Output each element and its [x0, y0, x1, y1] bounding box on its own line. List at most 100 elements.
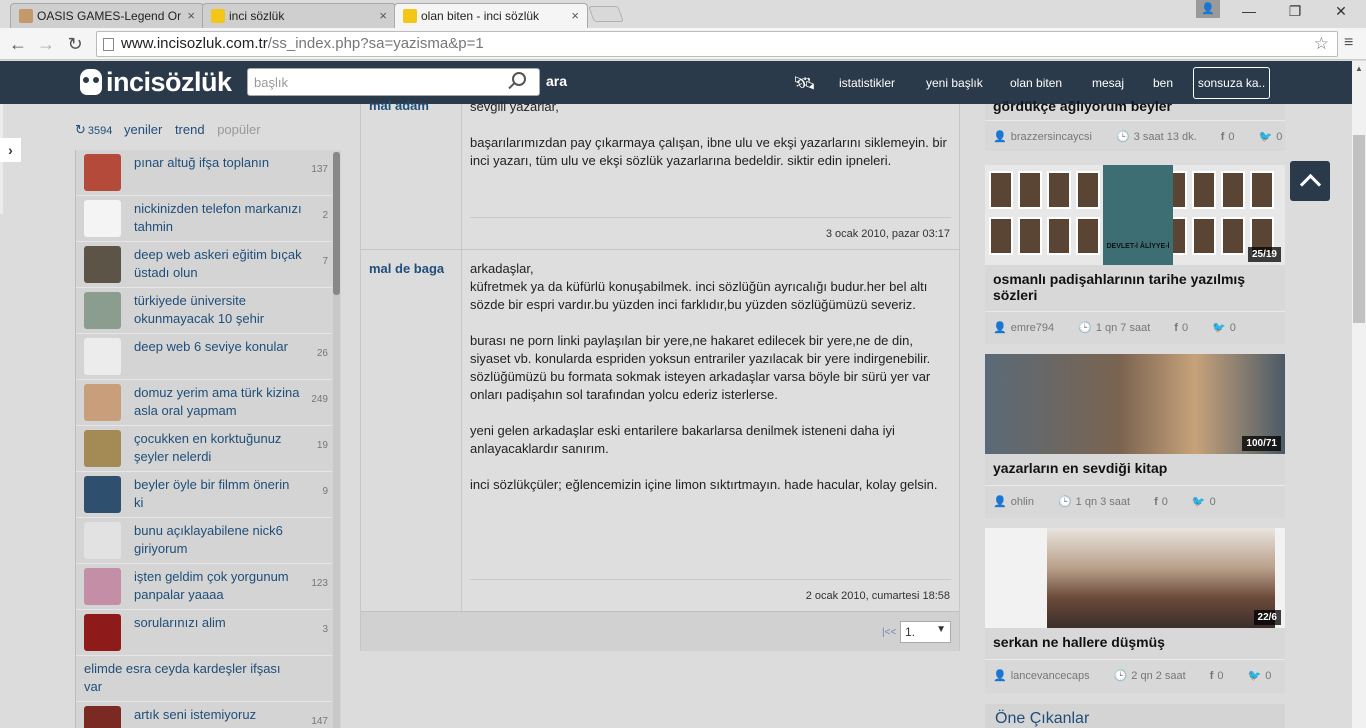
back-to-top-icon[interactable]	[1290, 161, 1330, 201]
card-author-name[interactable]: emre794	[1011, 322, 1054, 334]
topic-list-item[interactable]: domuz yerim ama türk kizina asla oral ya…	[76, 380, 332, 426]
topic-list-item[interactable]: nickinizden telefon markanızı tahmin 2	[76, 196, 332, 242]
nav-yeni-baslik[interactable]: yeni başlık	[926, 76, 983, 90]
minimize-icon[interactable]: —	[1226, 0, 1272, 22]
card-title[interactable]: gördükçe ağlıyorum beyler	[993, 98, 1277, 114]
refresh-icon[interactable]: ↻	[75, 122, 86, 137]
featured-title[interactable]: Öne Çıkanlar	[995, 710, 1089, 728]
tab-close-icon[interactable]: ×	[571, 8, 579, 23]
topic-title[interactable]: bunu açıklayabilene nick6 giriyorum	[134, 522, 302, 558]
card-author-name[interactable]: ohlin	[1011, 496, 1034, 508]
topic-list-item[interactable]: deep web askeri eğitim bıçak üstadı olun…	[76, 242, 332, 288]
window-close-icon[interactable]: ✕	[1318, 0, 1364, 22]
pager-first-button[interactable]: |<<	[882, 627, 896, 638]
card-author[interactable]: 👤 lancevancecaps	[993, 670, 1102, 682]
browser-tab-oasis[interactable]: OASIS GAMES-Legend Or ×	[10, 3, 204, 28]
trending-card[interactable]: 100/71 yazarların en sevdiği kitap 👤 ohlin 🕒…	[985, 354, 1285, 518]
card-twitter-share[interactable]: 🐦 0	[1248, 670, 1284, 682]
trending-card[interactable]: gördükçe ağlıyorum beyler 👤 brazzersincayc…	[985, 98, 1285, 151]
search-input[interactable]	[247, 68, 540, 96]
entry-author[interactable]: mal adam	[369, 98, 429, 113]
topic-list-item[interactable]: sorularınızı alim 3	[76, 610, 332, 656]
card-image[interactable]	[985, 528, 1285, 628]
card-facebook-share[interactable]: f0	[1174, 322, 1200, 334]
tab-trend[interactable]: trend	[175, 122, 205, 137]
card-title[interactable]: osmanlı padişahlarının tarihe yazılmış s…	[993, 271, 1277, 303]
back-icon[interactable]: ←	[6, 32, 30, 56]
satellite-icon[interactable]: 🛰	[793, 72, 816, 94]
topic-title[interactable]: deep web 6 seviye konular	[134, 338, 302, 356]
topic-title[interactable]: beyler öyle bir filmm önerin ki	[134, 476, 302, 512]
search-button[interactable]: ara	[546, 73, 567, 89]
nav-mesaj[interactable]: mesaj	[1092, 76, 1124, 90]
card-facebook-share[interactable]: f0	[1210, 670, 1236, 682]
profile-icon[interactable]: 👤	[1196, 0, 1220, 18]
trending-card[interactable]: DEVLET-İ ÂLİYYE-İ 25/19 osmanlı padişahlar…	[985, 165, 1285, 344]
card-image[interactable]: DEVLET-İ ÂLİYYE-İ	[985, 165, 1285, 265]
topic-list-item[interactable]: beyler öyle bir filmm önerin ki 9	[76, 472, 332, 518]
browser-tab-inci[interactable]: inci sözlük ×	[202, 3, 396, 28]
card-twitter-share[interactable]: 🐦 0	[1212, 322, 1248, 334]
restore-icon[interactable]: ❐	[1272, 0, 1318, 22]
card-image[interactable]	[985, 354, 1285, 454]
search-icon[interactable]	[512, 72, 526, 86]
nav-sonsuza-button[interactable]: sonsuza ka..	[1193, 67, 1270, 99]
topic-title[interactable]: deep web askeri eğitim bıçak üstadı olun	[134, 246, 302, 282]
browser-menu-icon[interactable]: ≡	[1344, 34, 1353, 52]
topic-title[interactable]: işten geldim çok yorgunum panpalar yaaaa	[134, 568, 302, 604]
card-author-name[interactable]: brazzersincaycsi	[1011, 131, 1092, 143]
entry-date[interactable]: 2 ocak 2010, cumartesi 18:58	[806, 590, 950, 602]
reload-icon[interactable]: ↻	[63, 32, 87, 56]
topic-list-item[interactable]: pınar altuğ ifşa toplanın 137	[76, 150, 332, 196]
topic-list-item[interactable]: türkiyede üniversite okunmayacak 10 şehi…	[76, 288, 332, 334]
topic-title[interactable]: elimde esra ceyda kardeşler ifşası var	[84, 660, 302, 696]
topic-title[interactable]: türkiyede üniversite okunmayacak 10 şehi…	[134, 292, 302, 328]
entry-date[interactable]: 3 ocak 2010, pazar 03:17	[826, 228, 950, 240]
page-select[interactable]: 1. ▼	[900, 621, 951, 643]
topic-thumbnail[interactable]	[84, 384, 121, 421]
topic-title[interactable]: pınar altuğ ifşa toplanın	[134, 154, 302, 172]
tab-yeniler[interactable]: yeniler	[124, 122, 162, 137]
topic-thumbnail[interactable]	[84, 706, 121, 728]
card-twitter-share[interactable]: 🐦 0	[1192, 496, 1228, 508]
topic-thumbnail[interactable]	[84, 338, 121, 375]
topic-thumbnail[interactable]	[84, 522, 121, 559]
topic-title[interactable]: çocukken en korktuğunuz şeyler nelerdi	[134, 430, 302, 466]
address-bar[interactable]: www.incisozluk.com.tr/ss_index.php?sa=ya…	[96, 31, 1338, 57]
bookmark-star-icon[interactable]: ☆	[1314, 32, 1329, 56]
topic-title[interactable]: domuz yerim ama türk kizina asla oral ya…	[134, 384, 302, 420]
topic-thumbnail[interactable]	[84, 568, 121, 605]
topic-title[interactable]: sorularınızı alim	[134, 614, 302, 632]
scroll-up-icon[interactable]: ▲	[1352, 63, 1366, 75]
topic-list-item[interactable]: çocukken en korktuğunuz şeyler nelerdi 19	[76, 426, 332, 472]
topic-title[interactable]: artık seni istemiyoruz	[134, 706, 302, 724]
nav-ben[interactable]: ben	[1153, 76, 1173, 90]
page-scroll-thumb[interactable]	[1353, 135, 1365, 323]
entry-author[interactable]: mal de baga	[369, 261, 444, 276]
topic-thumbnail[interactable]	[84, 246, 121, 283]
topic-list-item[interactable]: bunu açıklayabilene nick6 giriyorum	[76, 518, 332, 564]
topic-thumbnail[interactable]	[84, 476, 121, 513]
topic-thumbnail[interactable]	[84, 154, 121, 191]
tab-populer[interactable]: popüler	[217, 122, 260, 137]
card-author[interactable]: 👤 brazzersincaycsi	[993, 131, 1104, 143]
topic-list-item[interactable]: işten geldim çok yorgunum panpalar yaaaa…	[76, 564, 332, 610]
card-author-name[interactable]: lancevancecaps	[1011, 670, 1090, 682]
topic-thumbnail[interactable]	[84, 430, 121, 467]
new-tab-button[interactable]	[588, 6, 624, 22]
nav-olan-biten[interactable]: olan biten	[1010, 76, 1062, 90]
trending-card[interactable]: 22/6 serkan ne hallere düşmüş 👤 lancevancec…	[985, 528, 1285, 693]
tab-close-icon[interactable]: ×	[187, 8, 195, 23]
card-author[interactable]: 👤 emre794	[993, 322, 1066, 334]
nav-istatistikler[interactable]: istatistikler	[839, 76, 895, 90]
card-title[interactable]: serkan ne hallere düşmüş	[993, 634, 1277, 650]
browser-tab-olan-biten[interactable]: olan biten - inci sözlük ×	[394, 3, 588, 28]
topic-list-scroll-thumb[interactable]	[333, 152, 340, 295]
card-author[interactable]: 👤 ohlin	[993, 496, 1046, 508]
card-facebook-share[interactable]: f0	[1154, 496, 1180, 508]
topic-thumbnail[interactable]	[84, 614, 121, 651]
topic-thumbnail[interactable]	[84, 200, 121, 237]
tab-close-icon[interactable]: ×	[379, 8, 387, 23]
topic-list-item[interactable]: artık seni istemiyoruz 147	[76, 702, 332, 728]
topic-list-item[interactable]: elimde esra ceyda kardeşler ifşası var	[76, 656, 332, 702]
